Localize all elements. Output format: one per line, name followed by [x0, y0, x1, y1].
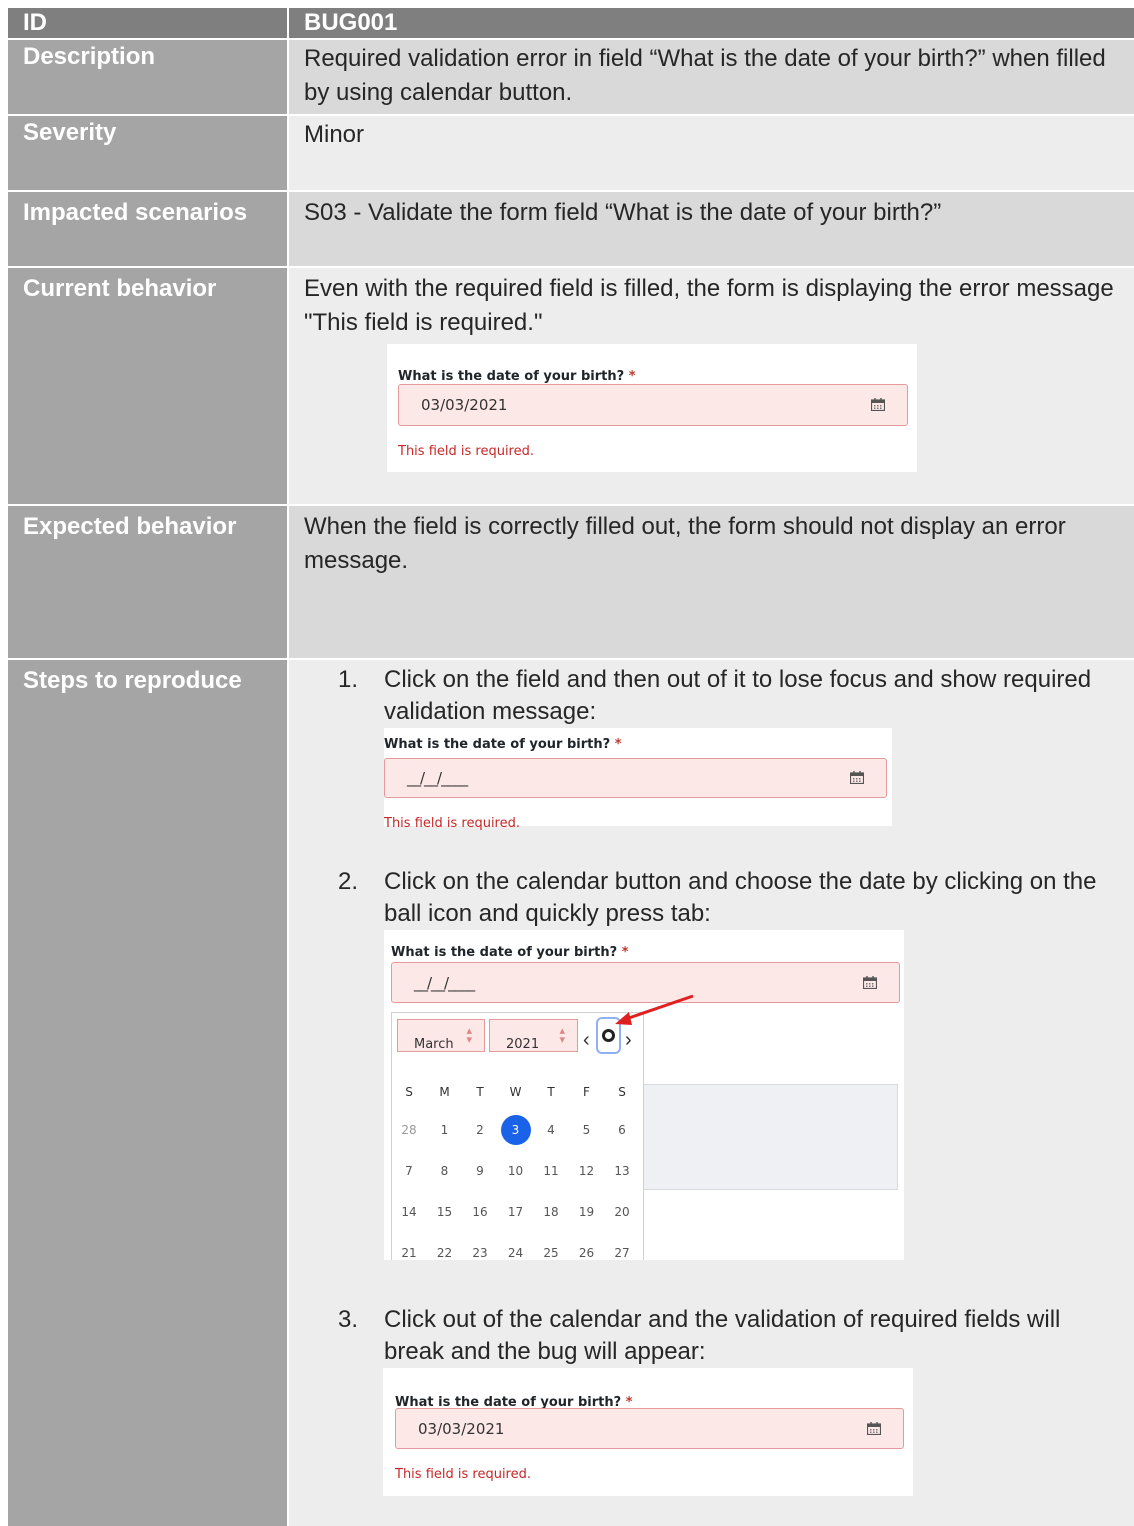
row-label-severity: Severity — [8, 116, 289, 190]
calendar-day[interactable]: 2 — [465, 1115, 495, 1145]
calendar-day[interactable]: 12 — [572, 1156, 602, 1186]
question-label: What is the date of your birth? * — [384, 737, 622, 752]
row-description: Description Required validation error in… — [8, 40, 1134, 116]
row-label-description: Description — [8, 40, 289, 114]
calendar-day[interactable]: 23 — [465, 1238, 495, 1260]
date-field[interactable]: 03/03/2021 — [398, 384, 908, 426]
row-current: Current behavior Even with the required … — [8, 268, 1134, 506]
calendar-day[interactable]: 19 — [572, 1197, 602, 1227]
calendar-day[interactable]: 25 — [536, 1238, 566, 1260]
calendar-day[interactable]: 1 — [430, 1115, 460, 1145]
row-impacted: Impacted scenarios S03 - Validate the fo… — [8, 192, 1134, 268]
calendar-day[interactable]: 8 — [430, 1156, 460, 1186]
calendar-day[interactable]: 22 — [430, 1238, 460, 1260]
calendar-day[interactable]: 4 — [536, 1115, 566, 1145]
calendar-day[interactable]: 15 — [430, 1197, 460, 1227]
severity-text: Minor — [289, 116, 1134, 190]
calendar-day[interactable]: 17 — [501, 1197, 531, 1227]
row-label-current: Current behavior — [8, 268, 289, 504]
step-number: 3. — [338, 1306, 359, 1333]
current-cell: Even with the required field is filled, … — [289, 268, 1134, 504]
form-snippet-current: What is the date of your birth? * 03/03/… — [387, 344, 917, 472]
calendar-day[interactable]: 24 — [501, 1238, 531, 1260]
row-steps: Steps to reproduce 1. Click on the field… — [8, 660, 1134, 1526]
current-text: Even with the required field is filled, … — [304, 275, 1114, 336]
date-value: __/__/____ — [407, 769, 468, 787]
calendar-icon[interactable] — [863, 975, 877, 989]
weekday-label: T — [476, 1085, 484, 1099]
calendar-grid: S M T W T F S 28 1 2 3 4 5 6 7 8 9 10 11 12 13 14 15 16 17 18 19 20… — [394, 1075, 643, 1260]
calendar-day[interactable]: 20 — [607, 1197, 637, 1227]
form-snippet-step3: What is the date of your birth? * 03/03/… — [383, 1368, 913, 1496]
row-expected: Expected behavior When the field is corr… — [8, 506, 1134, 660]
date-value: 03/03/2021 — [418, 1419, 505, 1438]
background-textarea — [634, 1084, 898, 1190]
calendar-day[interactable]: 18 — [536, 1197, 566, 1227]
step-number: 2. — [338, 868, 359, 895]
error-message: This field is required. — [384, 816, 520, 831]
weekday-label: S — [405, 1085, 413, 1099]
calendar-day[interactable]: 26 — [572, 1238, 602, 1260]
steps-cell: 1. Click on the field and then out of it… — [289, 660, 1134, 1526]
weekday-label: W — [509, 1085, 522, 1099]
expected-text: When the field is correctly filled out, … — [289, 506, 1134, 658]
step-number: 1. — [338, 666, 359, 693]
calendar-icon[interactable] — [850, 771, 864, 784]
date-field[interactable]: __/__/____ — [384, 758, 887, 798]
date-field[interactable]: 03/03/2021 — [395, 1408, 904, 1449]
date-value: 03/03/2021 — [421, 396, 508, 414]
calendar-day[interactable]: 7 — [394, 1156, 424, 1186]
red-arrow-icon — [615, 994, 694, 1025]
calendar-day[interactable]: 13 — [607, 1156, 637, 1186]
calendar-day[interactable]: 6 — [607, 1115, 637, 1145]
calendar-day[interactable]: 28 — [394, 1115, 424, 1145]
step-text: Click out of the calendar and the valida… — [384, 1306, 1061, 1365]
description-text: Required validation error in field “What… — [289, 40, 1134, 114]
error-message: This field is required. — [398, 444, 534, 459]
date-value: __/__/____ — [414, 973, 475, 992]
calendar-icon[interactable] — [867, 1421, 881, 1435]
row-severity: Severity Minor — [8, 116, 1134, 192]
step-text: Click on the field and then out of it to… — [384, 666, 1092, 725]
ball-icon — [602, 1029, 615, 1042]
calendar-day[interactable]: 27 — [607, 1238, 637, 1260]
weekday-label: F — [583, 1085, 590, 1099]
prev-month-icon[interactable]: ‹ — [583, 1023, 590, 1057]
weekday-label: M — [439, 1085, 450, 1099]
calendar-day[interactable]: 21 — [394, 1238, 424, 1260]
month-select[interactable]: March ▴ ▾ — [397, 1019, 485, 1052]
weekday-label: S — [618, 1085, 626, 1099]
calendar-day[interactable]: 10 — [501, 1156, 531, 1186]
bug-report-table: ID BUG001 Description Required validatio… — [8, 8, 1134, 1526]
step-text: Click on the calendar button and choose … — [384, 868, 1097, 927]
calendar-day[interactable]: 5 — [572, 1115, 602, 1145]
row-label-impacted: Impacted scenarios — [8, 192, 289, 266]
selected-day[interactable]: 3 — [500, 1115, 531, 1145]
calendar-day[interactable]: 9 — [465, 1156, 495, 1186]
year-select[interactable]: 2021 ▴ ▾ — [489, 1019, 578, 1052]
calendar-day[interactable]: 11 — [536, 1156, 566, 1186]
row-label-id: ID — [8, 8, 289, 38]
weekday-label: T — [547, 1085, 555, 1099]
calendar-icon[interactable] — [871, 398, 885, 411]
calendar-day[interactable]: 14 — [394, 1197, 424, 1227]
form-snippet-step2: What is the date of your birth? * __/__/… — [384, 930, 904, 1260]
calendar-day[interactable]: 16 — [465, 1197, 495, 1227]
row-label-steps: Steps to reproduce — [8, 660, 289, 1526]
datepicker-popup: March ▴ ▾ 2021 ▴ ▾ ‹ › S M T W T F S 28 1 2 3 4 5 6 7 8 9 10 1… — [391, 1012, 644, 1260]
row-id: ID BUG001 — [8, 8, 1134, 40]
bug-id: BUG001 — [289, 8, 1134, 38]
error-message: This field is required. — [395, 1467, 531, 1482]
form-snippet-step1: What is the date of your birth? * __/__/… — [384, 728, 892, 831]
impacted-text: S03 - Validate the form field “What is t… — [289, 192, 1134, 266]
row-label-expected: Expected behavior — [8, 506, 289, 658]
